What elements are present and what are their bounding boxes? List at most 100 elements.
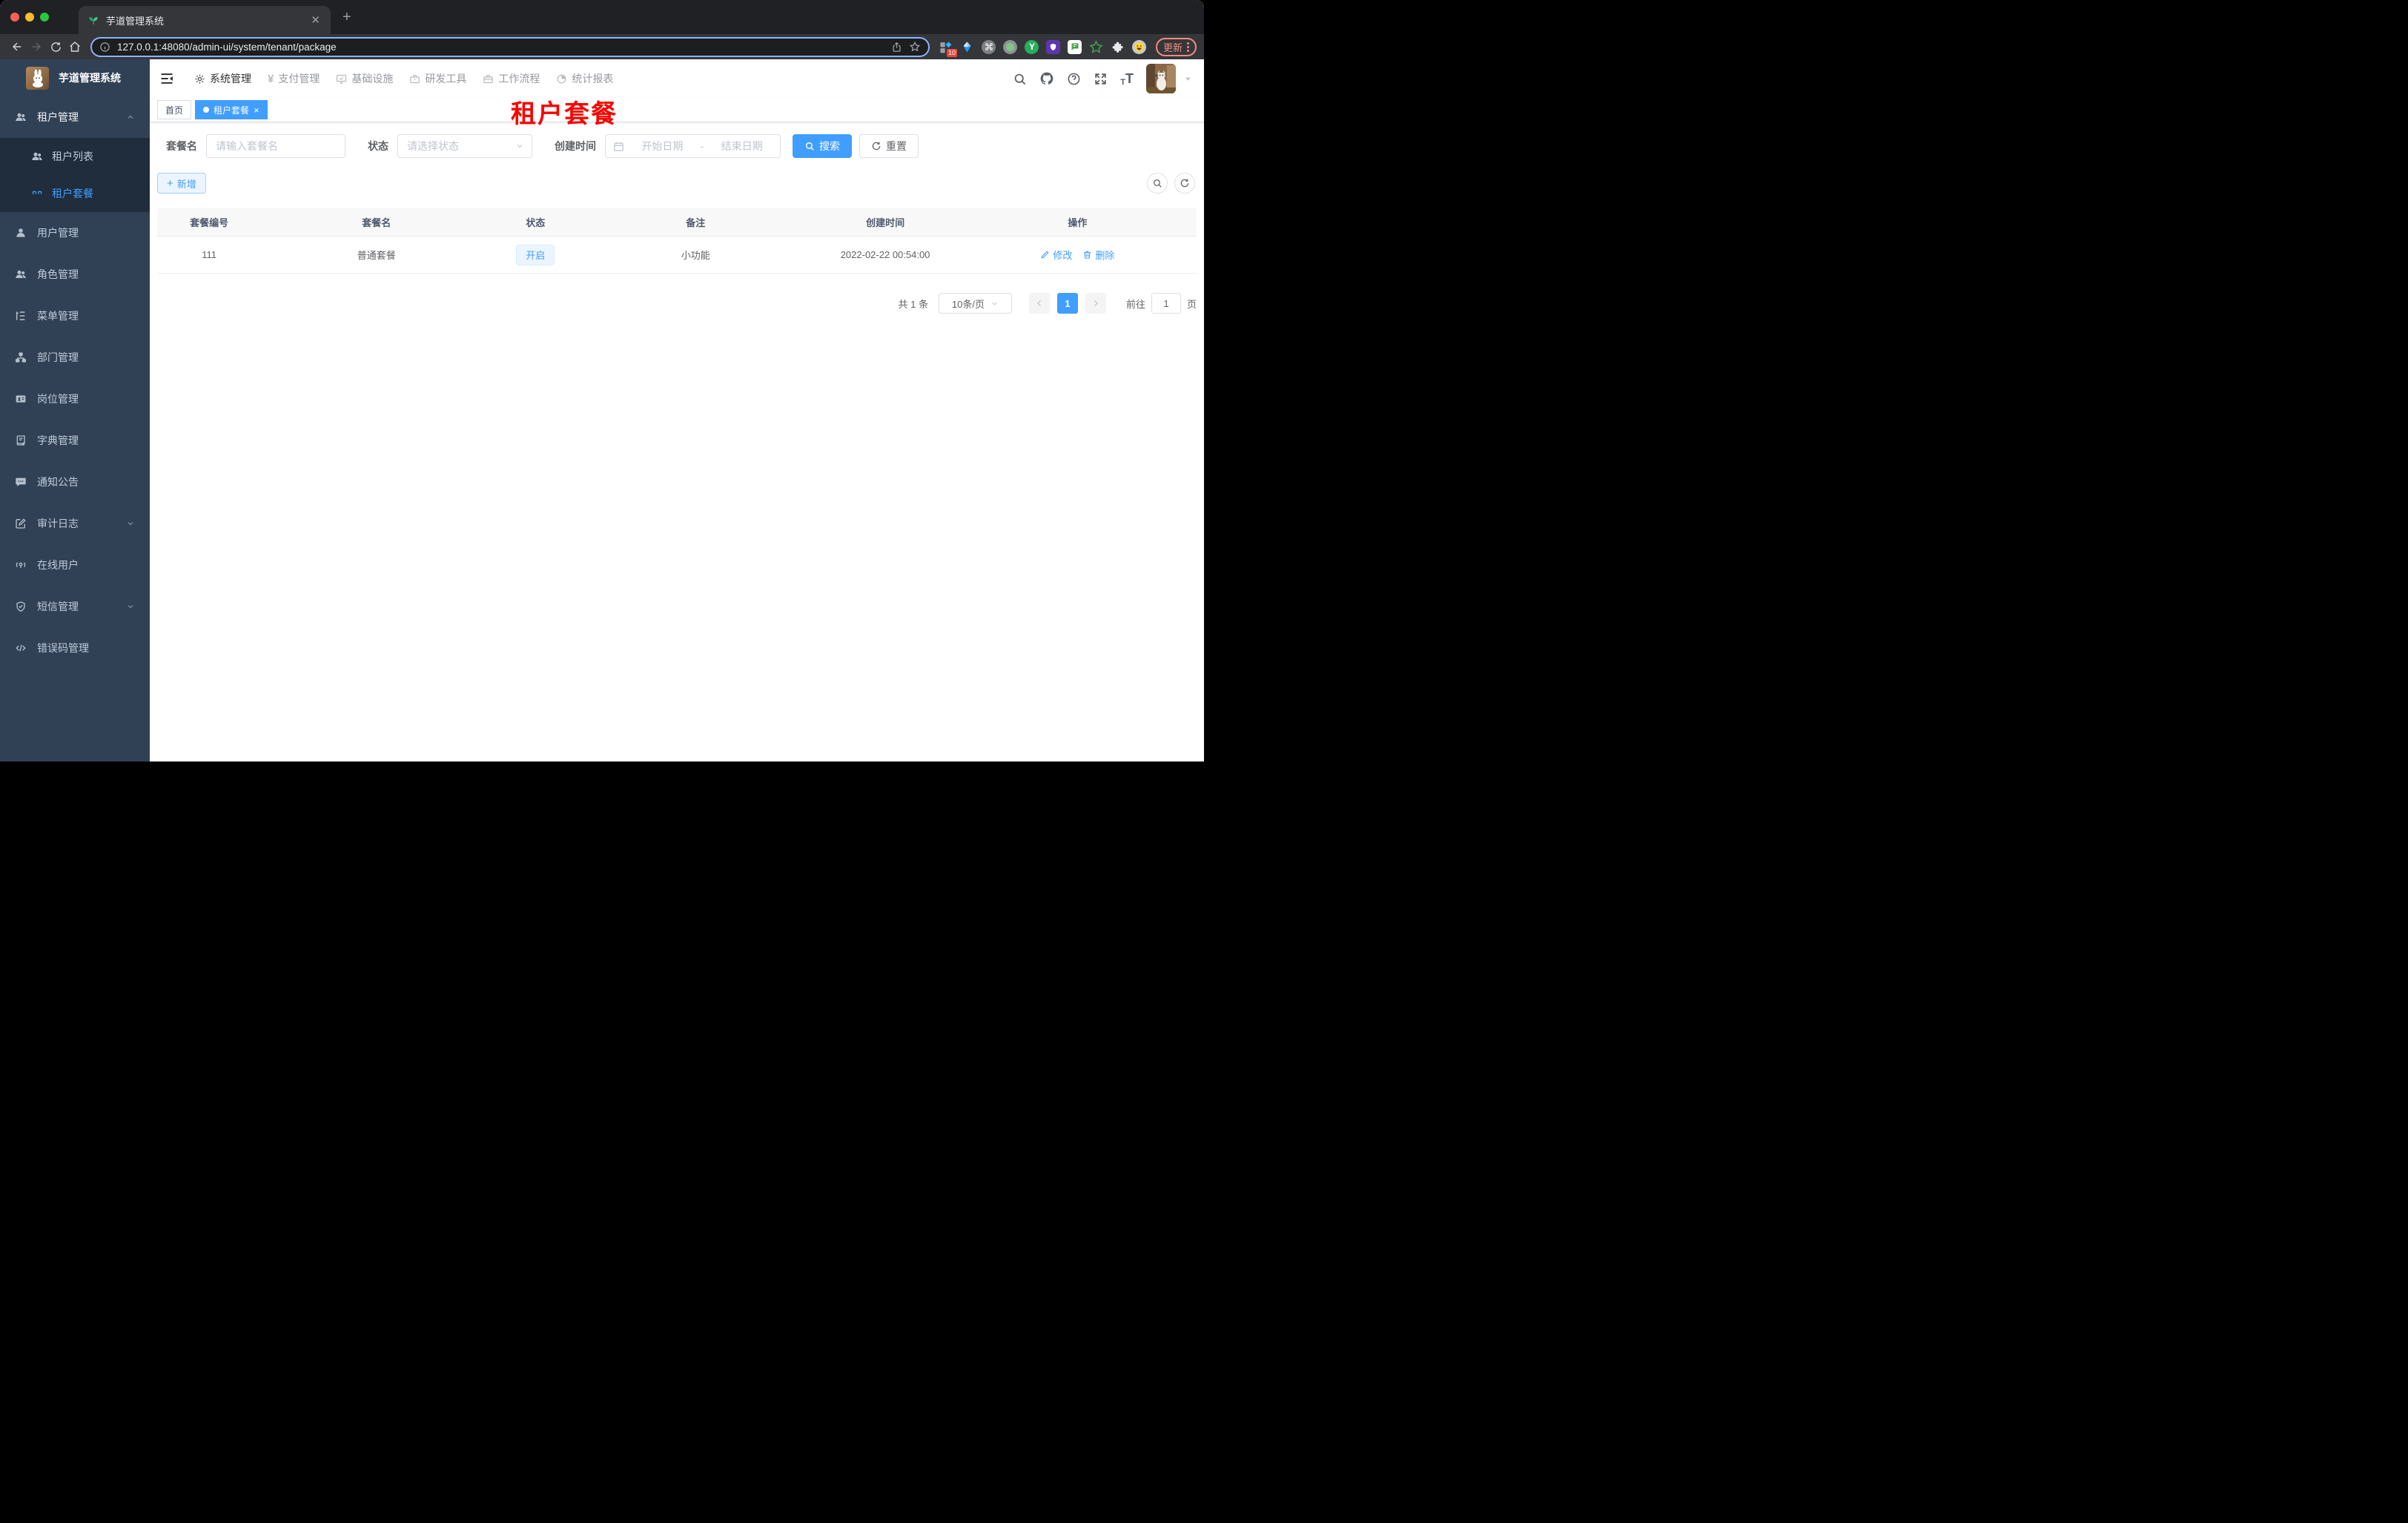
tag-tenant-package[interactable]: 租户套餐 × — [195, 100, 268, 119]
toggle-search-button[interactable] — [1147, 173, 1168, 194]
extension-kite-icon[interactable] — [960, 39, 975, 54]
col-header-actions: 操作 — [1068, 217, 1088, 228]
prev-page-button[interactable] — [1028, 293, 1050, 314]
total-count: 共 1 条 — [898, 298, 928, 310]
chrome-update-button[interactable]: 更新 — [1155, 37, 1197, 56]
briefcase-icon — [483, 73, 494, 85]
shield-check-icon — [15, 601, 27, 612]
create-time-label: 创建时间 — [555, 140, 596, 152]
address-bar[interactable]: 127.0.0.1:48080/admin-ui/system/tenant/p… — [90, 36, 930, 57]
nav-item-system[interactable]: 系统管理 — [186, 59, 259, 98]
sidebar-item-tenant-list[interactable]: 租户列表 — [0, 138, 150, 175]
back-icon[interactable] — [7, 40, 27, 53]
cell-id: 111 — [202, 249, 216, 260]
sidebar-item-dept-management[interactable]: 部门管理 — [0, 337, 150, 378]
status-select[interactable]: 请选择状态 — [397, 134, 532, 158]
goto-label: 前往 — [1125, 298, 1145, 310]
tab-close-icon[interactable]: ✕ — [309, 15, 322, 26]
browser-tab[interactable]: 芋道管理系统 ✕ — [79, 6, 331, 34]
extension-chat-icon[interactable] — [1068, 39, 1082, 54]
header-actions: TT — [1013, 64, 1192, 93]
sidebar-item-menu-management[interactable]: 菜单管理 — [0, 295, 150, 337]
search-button[interactable]: 搜索 — [793, 134, 852, 158]
search-icon[interactable] — [1013, 72, 1027, 86]
sidebar-item-sms-management[interactable]: 短信管理 — [0, 586, 150, 627]
extension-recorder-icon[interactable] — [1003, 39, 1018, 54]
table-toolbar: + 新增 — [157, 173, 1197, 194]
sidebar-item-role-management[interactable]: 角色管理 — [0, 254, 150, 295]
delete-link[interactable]: 删除 — [1082, 248, 1114, 262]
nav-item-devtools[interactable]: 研发工具 — [401, 59, 474, 98]
close-window-button[interactable] — [10, 13, 19, 22]
start-date-placeholder[interactable]: 开始日期 — [632, 139, 693, 153]
extension-y-icon[interactable]: Y — [1025, 39, 1039, 54]
extension-puzzle-icon[interactable] — [1111, 39, 1125, 54]
page-size-select[interactable]: 10条/页 — [938, 293, 1012, 314]
sidebar-item-tenant-management[interactable]: 租户管理 — [0, 96, 150, 138]
zoom-window-button[interactable] — [40, 13, 49, 22]
close-tag-icon[interactable]: × — [254, 105, 259, 115]
sidebar-item-audit-log[interactable]: 审计日志 — [0, 503, 150, 544]
browser-toolbar: 127.0.0.1:48080/admin-ui/system/tenant/p… — [0, 34, 1204, 59]
goto-page-input[interactable] — [1151, 293, 1181, 314]
extension-emoji-icon[interactable] — [1132, 39, 1147, 54]
sidebar-item-online-users[interactable]: 在线用户 — [0, 544, 150, 586]
new-tab-button[interactable]: + — [343, 9, 351, 26]
home-icon[interactable] — [65, 40, 85, 53]
sidebar-item-dict-management[interactable]: 字典管理 — [0, 420, 150, 461]
top-nav: 系统管理 ¥ 支付管理 基础设施 研发工具 工作流程 统计报表 — [186, 59, 621, 98]
github-icon[interactable] — [1039, 71, 1054, 86]
minimize-window-button[interactable] — [25, 13, 34, 22]
collapse-sidebar-icon[interactable] — [159, 71, 174, 86]
end-date-placeholder[interactable]: 结束日期 — [711, 139, 773, 153]
site-info-icon[interactable] — [99, 42, 110, 53]
sidebar-item-errcode-management[interactable]: 错误码管理 — [0, 627, 150, 669]
browser-menu-icon[interactable] — [1187, 42, 1189, 52]
sidebar-item-user-management[interactable]: 用户管理 — [0, 212, 150, 254]
bookmark-star-icon[interactable] — [909, 41, 921, 53]
refresh-table-button[interactable] — [1174, 173, 1195, 194]
package-table: 套餐编号 套餐名 状态 备注 创建时间 操作 111 普通套餐 开启 小功能 2… — [157, 208, 1197, 274]
chevron-down-icon — [126, 602, 135, 611]
app-title: 芋道管理系统 — [59, 72, 121, 84]
help-icon[interactable] — [1067, 72, 1081, 86]
share-icon[interactable] — [891, 42, 902, 53]
forward-icon[interactable] — [27, 40, 46, 53]
log-edit-icon — [15, 518, 27, 529]
chevron-down-icon[interactable] — [1184, 75, 1192, 83]
nav-item-pay[interactable]: ¥ 支付管理 — [259, 59, 328, 98]
active-dot — [203, 107, 210, 113]
filter-form: 套餐名 状态 请选择状态 创建时间 — [166, 134, 1197, 158]
chevron-down-icon — [515, 142, 524, 151]
app-logo-row[interactable]: 芋道管理系统 — [0, 59, 150, 96]
add-button[interactable]: + 新增 — [157, 173, 206, 194]
date-range-picker[interactable]: 开始日期 - 结束日期 — [605, 134, 781, 158]
extension-star-icon[interactable] — [1089, 39, 1104, 54]
calendar-icon — [613, 141, 624, 152]
edit-link[interactable]: 修改 — [1040, 248, 1072, 262]
nav-item-report[interactable]: 统计报表 — [548, 59, 621, 98]
extension-command-icon[interactable] — [982, 39, 996, 54]
sidebar-item-tenant-package[interactable]: 租户套餐 — [0, 175, 150, 212]
package-name-input[interactable] — [216, 140, 336, 152]
red-annotation-text: 租户套餐 — [511, 100, 618, 128]
page-number-1[interactable]: 1 — [1056, 293, 1078, 314]
extension-badge: 10 — [946, 49, 957, 57]
sidebar-item-post-management[interactable]: 岗位管理 — [0, 378, 150, 420]
sidebar-item-notice[interactable]: 通知公告 — [0, 461, 150, 503]
nav-item-infra[interactable]: 基础设施 — [328, 59, 401, 98]
fullscreen-icon[interactable] — [1094, 72, 1108, 86]
extension-tabs-icon[interactable]: 10 — [939, 39, 957, 57]
reset-button[interactable]: 重置 — [859, 134, 919, 158]
refresh-icon — [871, 141, 882, 151]
tag-home[interactable]: 首页 — [157, 100, 192, 119]
font-size-icon[interactable]: TT — [1120, 71, 1134, 87]
avatar[interactable] — [1146, 64, 1176, 93]
reload-icon[interactable] — [46, 41, 65, 53]
users-icon — [15, 111, 27, 123]
extension-shield-icon[interactable] — [1046, 39, 1061, 54]
next-page-button[interactable] — [1085, 293, 1106, 314]
org-chart-icon — [15, 351, 27, 363]
nav-item-workflow[interactable]: 工作流程 — [474, 59, 548, 98]
url-text[interactable]: 127.0.0.1:48080/admin-ui/system/tenant/p… — [117, 42, 884, 53]
